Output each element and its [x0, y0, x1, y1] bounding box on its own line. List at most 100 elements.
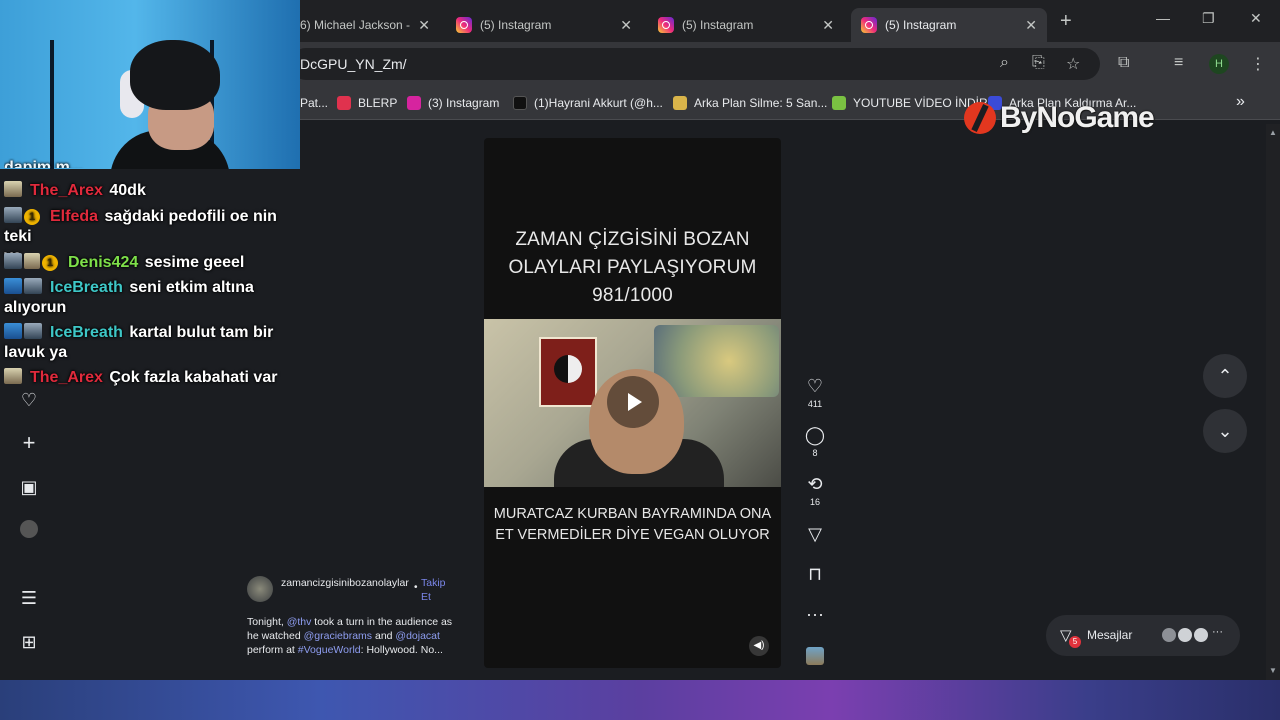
send-icon: ▽ — [808, 524, 822, 544]
url-text[interactable]: DcGPU_YN_Zm/ — [300, 56, 407, 72]
post-author-avatar[interactable] — [247, 576, 273, 602]
install-app-icon[interactable]: ⎘ — [1032, 54, 1045, 72]
bookmark-item[interactable]: Pat... — [300, 96, 328, 110]
profile-avatar[interactable]: H — [1209, 54, 1229, 74]
hashtag-link[interactable]: #VogueWorld — [298, 644, 361, 656]
more-options-button[interactable]: ··· — [800, 603, 830, 625]
window-close-icon[interactable]: ✕ — [1250, 10, 1262, 27]
comment-button[interactable]: ◯ 8 — [800, 424, 830, 458]
avatar — [1192, 626, 1210, 644]
bookmark-icon: ⊓ — [807, 564, 823, 584]
message-badge: 5 — [1069, 636, 1081, 648]
like-button[interactable]: ♡ 411 — [800, 375, 830, 409]
menu-kebab-icon[interactable]: ⋮ — [1250, 54, 1266, 74]
bookmark-item[interactable]: Arka Plan Silme: 5 San... — [673, 96, 827, 110]
scrollbar[interactable]: ▲ ▼ — [1266, 124, 1280, 680]
tab-instagram-active[interactable]: (5) Instagram ✕ — [851, 8, 1047, 42]
instagram-icon — [456, 17, 472, 33]
webcam-overlay — [0, 0, 300, 169]
download-icon — [832, 96, 846, 110]
repost-button[interactable]: ⟲ 16 — [800, 473, 830, 507]
audio-thumbnail[interactable] — [806, 647, 824, 665]
mention-link[interactable]: @graciebrams — [304, 630, 372, 642]
scroll-up-icon[interactable]: ▲ — [1269, 128, 1277, 137]
notifications-heart-icon[interactable]: ♡ — [18, 389, 40, 411]
close-icon[interactable]: ✕ — [620, 17, 632, 34]
next-reel-button[interactable]: ⌄ — [1203, 409, 1247, 453]
bynogame-logo-icon — [964, 102, 996, 134]
more-icon: ··· — [1212, 626, 1223, 638]
user-badge-icon — [4, 181, 22, 197]
previous-reel-button[interactable]: ⌃ — [1203, 354, 1247, 398]
extensions-icon[interactable]: ⧉ — [1118, 54, 1129, 72]
like-count: 411 — [807, 399, 823, 409]
mention-link[interactable]: @thv — [287, 616, 312, 628]
user-badge-icon — [4, 368, 22, 384]
chat-message: IceBreath seni etkim altına alıyorun — [4, 278, 254, 316]
user-badge-icon — [4, 278, 22, 294]
close-icon[interactable]: ✕ — [418, 17, 430, 34]
threads-apps-icon[interactable]: ⊞ — [18, 631, 40, 653]
ellipsis-icon: ··· — [806, 604, 824, 624]
user-badge-icon — [4, 323, 22, 339]
reel-title: ZAMAN ÇİZGİSİNİ BOZAN OLAYLARI PAYLAŞIYO… — [508, 229, 757, 306]
scroll-down-icon[interactable]: ▼ — [1269, 666, 1277, 675]
reel-video[interactable]: ZAMAN ÇİZGİSİNİ BOZAN OLAYLARI PAYLAŞIYO… — [484, 138, 781, 668]
chat-message: The_Arex Çok fazla kabahati var — [4, 368, 304, 388]
chat-message: 1 Denis424 sesime geeel — [4, 253, 304, 273]
mention-link[interactable]: @dojacat — [395, 630, 440, 642]
post-username[interactable]: zamancizgisinibozanolaylar — [281, 576, 417, 590]
instagram-icon — [407, 96, 421, 110]
more-bookmarks-icon[interactable]: » — [1236, 93, 1245, 111]
speaker-icon[interactable]: ◀) — [749, 636, 769, 656]
messages-button[interactable]: ▽ 5 Mesajlar ··· — [1046, 615, 1240, 656]
user-badge-icon — [24, 278, 42, 294]
tab-instagram-1[interactable]: (5) Instagram ✕ — [446, 8, 642, 42]
more-menu-icon[interactable]: ☰ — [18, 587, 40, 609]
create-plus-icon[interactable]: + — [18, 432, 40, 454]
repost-icon: ⟲ — [807, 474, 823, 494]
tab-label: 6) Michael Jackson - — [300, 18, 411, 32]
media-control-icon[interactable]: ≡ — [1174, 54, 1183, 72]
zoom-icon[interactable]: ⌕ — [1000, 54, 1009, 72]
blerp-icon — [337, 96, 351, 110]
new-tab-button[interactable]: + — [1060, 10, 1072, 33]
messages-label: Mesajlar — [1087, 628, 1133, 642]
watermark-text: ByNoGame — [1000, 101, 1155, 134]
tab-label: (5) Instagram — [682, 18, 754, 32]
comment-count: 8 — [812, 448, 818, 458]
tab-label: (5) Instagram — [885, 18, 957, 32]
share-button[interactable]: ▽ — [800, 523, 830, 545]
repost-count: 16 — [809, 497, 820, 507]
post-description: Tonight, @thv took a turn in the audienc… — [247, 616, 453, 656]
tab-michael-jackson[interactable]: 6) Michael Jackson - ✕ — [290, 8, 440, 42]
heart-icon: ♡ — [806, 376, 824, 396]
tiktok-icon — [513, 96, 527, 110]
instagram-icon — [658, 17, 674, 33]
user-badge-icon — [24, 323, 42, 339]
bookmark-star-icon[interactable]: ☆ — [1066, 54, 1080, 74]
follow-button[interactable]: Takip Et — [421, 576, 451, 604]
minimize-icon[interactable]: — — [1156, 10, 1170, 26]
user-badge-icon — [24, 253, 40, 269]
chat-message: IceBreath kartal bulut tam bir lavuk ya — [4, 323, 274, 361]
layers-icon — [673, 96, 687, 110]
address-bar[interactable] — [290, 48, 1100, 80]
chat-message-partial: dapim m... — [4, 159, 84, 168]
dashboard-icon[interactable]: ▣ — [18, 476, 40, 498]
tab-label: (5) Instagram — [480, 18, 552, 32]
tab-instagram-2[interactable]: (5) Instagram ✕ — [648, 8, 844, 42]
close-icon[interactable]: ✕ — [822, 17, 834, 34]
yin-yang-icon — [554, 355, 582, 383]
save-button[interactable]: ⊓ — [800, 563, 830, 585]
profile-avatar-icon[interactable] — [18, 520, 40, 542]
user-badge-icon — [4, 207, 22, 223]
bookmark-item[interactable]: (3) Instagram — [407, 96, 499, 110]
reel-frame — [484, 319, 781, 487]
bookmark-item[interactable]: (1)Hayrani Akkurt (@h... — [513, 96, 663, 110]
desktop-background-strip — [0, 680, 1280, 720]
close-icon[interactable]: ✕ — [1025, 17, 1037, 34]
restore-icon[interactable]: ❐ — [1202, 10, 1215, 27]
bookmark-item[interactable]: BLERP — [337, 96, 397, 110]
play-icon[interactable] — [607, 376, 659, 428]
